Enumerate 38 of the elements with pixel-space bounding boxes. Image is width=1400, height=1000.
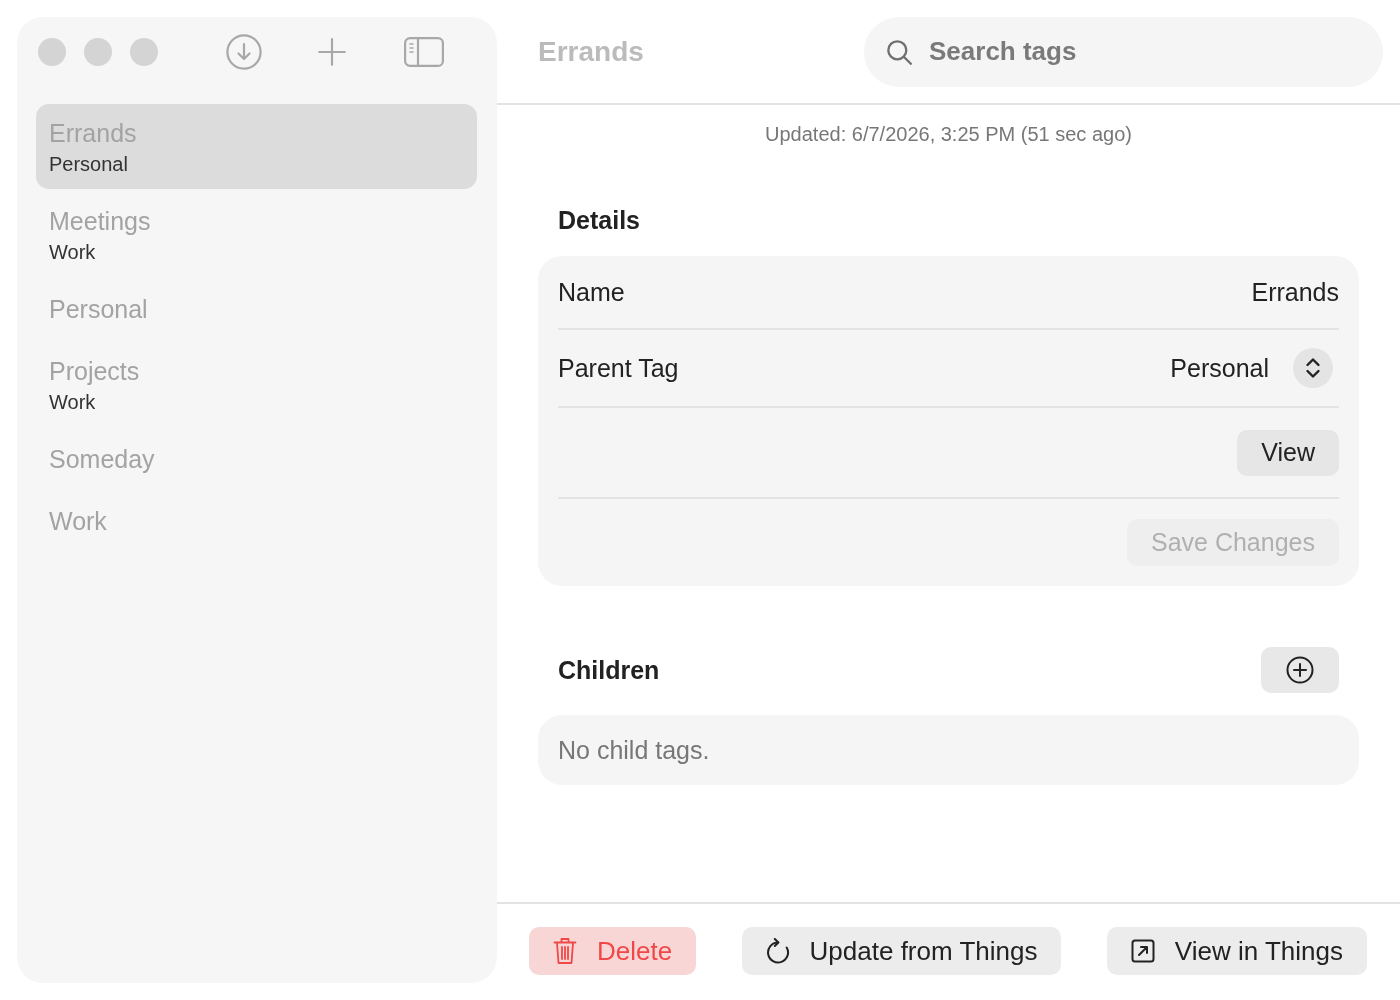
plus-icon[interactable] (318, 38, 346, 66)
tag-name: Someday (49, 444, 156, 474)
plus-circle-icon (1286, 656, 1314, 684)
tag-name: Personal (49, 294, 149, 324)
parent-tag-name: Personal (49, 152, 129, 177)
field-value: Errands (1251, 277, 1339, 307)
sidebar-item[interactable]: Projects Work (36, 342, 477, 427)
sidebar-item[interactable]: Meetings Work (36, 192, 477, 277)
updated-timestamp: Updated: 6/7/2026, 3:25 PM (51 sec ago) (765, 122, 1132, 146)
sidebar-item[interactable]: Errands Personal (36, 104, 477, 189)
tag-name: Projects (49, 356, 141, 386)
refresh-icon (765, 938, 790, 964)
open-button[interactable]: View in Things (1106, 927, 1367, 975)
sidebar-icon[interactable] (404, 37, 444, 67)
tag-name: Meetings (49, 206, 152, 236)
window-title: Errands (538, 35, 644, 68)
tag-name: Work (49, 506, 108, 536)
parent-tag-picker[interactable]: Personal (1170, 348, 1333, 388)
window-button-icon[interactable] (38, 38, 66, 66)
window-button-icon[interactable] (84, 38, 112, 66)
section-heading: Children (558, 655, 660, 685)
chevron-updown-icon (1293, 348, 1333, 388)
update-button[interactable]: Update from Things (741, 927, 1062, 975)
empty-message: No child tags. (558, 735, 710, 765)
add-child-button[interactable] (1261, 647, 1339, 693)
section-heading: Details (558, 205, 640, 235)
field-label: Name (558, 277, 625, 307)
tag-name: Errands (49, 118, 138, 148)
external-link-icon (1130, 939, 1155, 963)
parent-tag-name: Work (49, 240, 97, 265)
field-label: Parent Tag (558, 353, 679, 383)
parent-tag-name: Work (49, 390, 97, 415)
download-icon[interactable] (226, 34, 262, 70)
view-button[interactable]: View (1237, 429, 1339, 476)
search-icon (887, 39, 912, 65)
trash-icon (553, 937, 577, 965)
window-button-icon[interactable] (130, 38, 158, 66)
search-field[interactable]: Search tags (864, 16, 1383, 87)
